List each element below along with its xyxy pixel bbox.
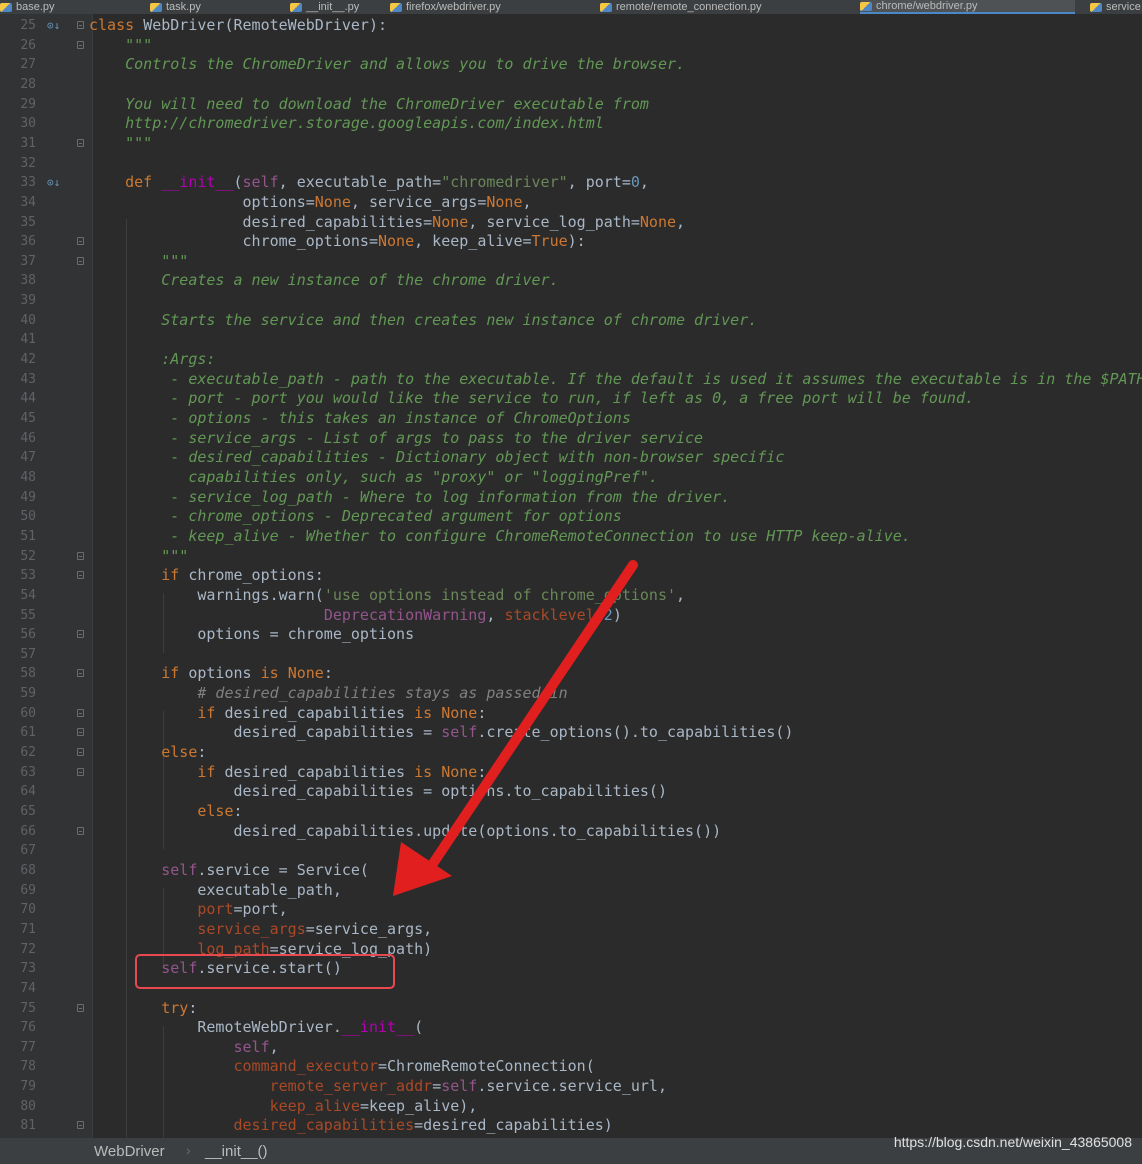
arrow-shaft <box>425 560 638 873</box>
breadcrumb-method[interactable]: __init__() <box>205 1143 268 1160</box>
breadcrumb-separator: › <box>186 1142 191 1158</box>
watermark-url: https://blog.csdn.net/weixin_43865008 <box>893 1134 1132 1150</box>
annotation-arrow <box>393 560 638 896</box>
breadcrumb-class[interactable]: WebDriver <box>94 1143 165 1160</box>
